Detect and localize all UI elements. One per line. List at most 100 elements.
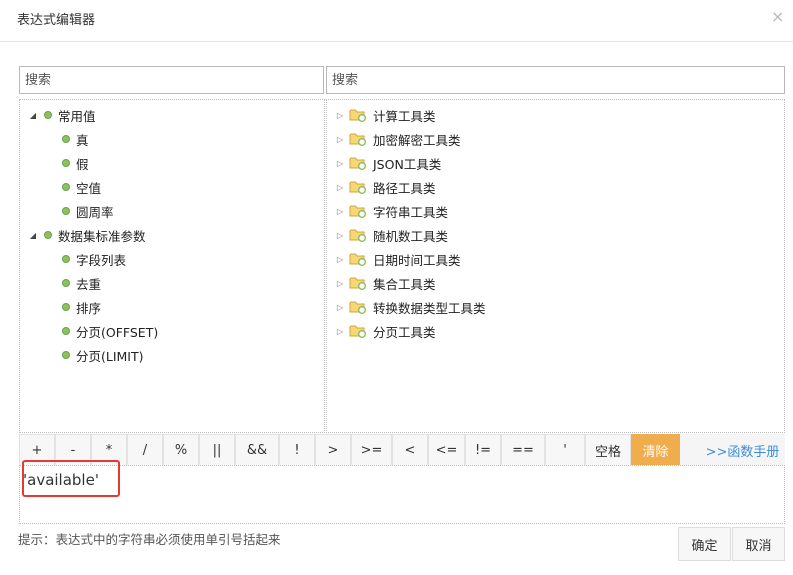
- folder-icon: [349, 204, 367, 218]
- folder-icon: [349, 276, 367, 290]
- tree-leaf-label: 分页(OFFSET): [76, 324, 159, 340]
- operator-button[interactable]: /: [127, 434, 163, 466]
- operator-button[interactable]: <=: [428, 434, 465, 466]
- tree-leaf[interactable]: 字段列表: [62, 249, 126, 269]
- tree-category-label: 加密解密工具类: [373, 132, 461, 148]
- tree-leaf[interactable]: 排序: [62, 297, 101, 317]
- operator-toolbar: + - * /% || &&! > >= < <= != == ' 空格 清除 >>函数手册: [19, 434, 785, 466]
- node-dot-icon: [62, 159, 70, 167]
- tree-leaf[interactable]: 去重: [62, 273, 101, 293]
- tree-leaf-label: 假: [76, 156, 89, 172]
- tree-leaf-label: 圆周率: [76, 204, 114, 220]
- node-dot-icon: [62, 351, 70, 359]
- tree-leaf-label: 排序: [76, 300, 102, 316]
- tree-category-label: 路径工具类: [373, 180, 436, 196]
- expand-triangle-icon[interactable]: ▷: [335, 207, 345, 216]
- node-dot-icon: [62, 279, 70, 287]
- expand-triangle-icon[interactable]: ▷: [335, 327, 345, 336]
- node-dot-icon: [62, 207, 70, 215]
- tree-leaf[interactable]: 分页(LIMIT): [62, 345, 144, 365]
- tree-leaf-label: 真: [76, 132, 89, 148]
- expand-triangle-icon[interactable]: ▷: [335, 135, 345, 144]
- folder-icon: [349, 156, 367, 170]
- dialog-titlebar: 表达式编辑器 ×: [0, 0, 793, 42]
- close-icon[interactable]: ×: [771, 8, 784, 26]
- tree-leaf[interactable]: 假: [62, 153, 89, 173]
- folder-icon: [349, 132, 367, 146]
- expand-triangle-icon[interactable]: ▷: [335, 111, 345, 120]
- tree-category[interactable]: ▷ 加密解密工具类: [335, 129, 461, 149]
- operator-button[interactable]: +: [19, 434, 55, 466]
- node-dot-icon: [62, 183, 70, 191]
- operator-button[interactable]: ==: [501, 434, 545, 466]
- tree-category-label: 计算工具类: [373, 108, 436, 124]
- operator-button[interactable]: %: [163, 434, 199, 466]
- operator-button[interactable]: >=: [351, 434, 392, 466]
- expand-triangle-icon[interactable]: ◢: [28, 231, 38, 240]
- expand-triangle-icon[interactable]: ▷: [335, 183, 345, 192]
- folder-icon: [349, 180, 367, 194]
- expression-editor[interactable]: 'available': [19, 460, 785, 524]
- folder-icon: [349, 300, 367, 314]
- tree-leaf[interactable]: 圆周率: [62, 201, 114, 221]
- functions-tree-panel: ▷ 计算工具类 ▷ 加密解密工具类 ▷ JSON工具类 ▷ 路径工具类 ▷ 字符串工具类 ▷ 随机数工…: [326, 99, 785, 433]
- expand-triangle-icon[interactable]: ▷: [335, 279, 345, 288]
- variables-tree-panel: ◢ 常用值真假空值圆周率 ◢ 数据集标准参数字段列表去重排序分页(OFFSET) 分页(…: [19, 99, 325, 433]
- folder-icon: [349, 252, 367, 266]
- tree-leaf-label: 分页(LIMIT): [76, 348, 144, 364]
- tree-category-label: 分页工具类: [373, 324, 436, 340]
- operator-button[interactable]: !=: [465, 434, 501, 466]
- expand-triangle-icon[interactable]: ▷: [335, 255, 345, 264]
- expand-triangle-icon[interactable]: ▷: [335, 231, 345, 240]
- operator-button[interactable]: ': [545, 434, 585, 466]
- expand-triangle-icon[interactable]: ◢: [28, 111, 38, 120]
- folder-icon: [349, 108, 367, 122]
- tree-category-label: 随机数工具类: [373, 228, 449, 244]
- function-manual-link[interactable]: >>函数手册: [700, 434, 785, 466]
- node-dot-icon: [62, 135, 70, 143]
- operator-button[interactable]: <: [392, 434, 428, 466]
- tree-category[interactable]: ▷ 转换数据类型工具类: [335, 297, 486, 317]
- tree-category-label: 转换数据类型工具类: [373, 300, 486, 316]
- tree-leaf[interactable]: 分页(OFFSET): [62, 321, 158, 341]
- search-input-left[interactable]: [19, 66, 324, 94]
- tree-category[interactable]: ▷ 字符串工具类: [335, 201, 448, 221]
- tree-leaf[interactable]: 空值: [62, 177, 101, 197]
- expand-triangle-icon[interactable]: ▷: [335, 159, 345, 168]
- tree-leaf[interactable]: 真: [62, 129, 89, 149]
- tree-category-label: 日期时间工具类: [373, 252, 461, 268]
- tree-leaf-label: 字段列表: [76, 252, 127, 268]
- tree-category-label: 字符串工具类: [373, 204, 449, 220]
- tree-category[interactable]: ▷ JSON工具类: [335, 153, 441, 173]
- operator-button[interactable]: >: [315, 434, 351, 466]
- folder-icon: [349, 228, 367, 242]
- operator-button[interactable]: *: [91, 434, 127, 466]
- node-dot-icon: [44, 111, 52, 119]
- expression-text[interactable]: 'available': [23, 471, 99, 489]
- tree-leaf-label: 去重: [76, 276, 102, 292]
- tree-group-label: 常用值: [58, 108, 96, 124]
- node-dot-icon: [62, 255, 70, 263]
- confirm-button[interactable]: 确定: [678, 527, 731, 561]
- operator-button[interactable]: -: [55, 434, 91, 466]
- tree-category[interactable]: ▷ 路径工具类: [335, 177, 436, 197]
- cancel-button[interactable]: 取消: [732, 527, 785, 561]
- tree-category[interactable]: ▷ 日期时间工具类: [335, 249, 461, 269]
- clear-button[interactable]: 清除: [631, 434, 680, 466]
- operator-button[interactable]: &&: [235, 434, 279, 466]
- tree-group[interactable]: ◢ 数据集标准参数: [28, 225, 146, 245]
- tree-leaf-label: 空值: [76, 180, 102, 196]
- tree-category[interactable]: ▷ 集合工具类: [335, 273, 436, 293]
- operator-button[interactable]: !: [279, 434, 315, 466]
- dialog-title: 表达式编辑器: [17, 13, 96, 28]
- operator-button[interactable]: 空格: [585, 434, 631, 466]
- folder-icon: [349, 324, 367, 338]
- tree-category[interactable]: ▷ 随机数工具类: [335, 225, 448, 245]
- tree-category[interactable]: ▷ 分页工具类: [335, 321, 436, 341]
- search-input-right[interactable]: [326, 66, 785, 94]
- expand-triangle-icon[interactable]: ▷: [335, 303, 345, 312]
- node-dot-icon: [62, 303, 70, 311]
- tree-group[interactable]: ◢ 常用值: [28, 105, 96, 125]
- tree-category[interactable]: ▷ 计算工具类: [335, 105, 436, 125]
- operator-button[interactable]: ||: [199, 434, 235, 466]
